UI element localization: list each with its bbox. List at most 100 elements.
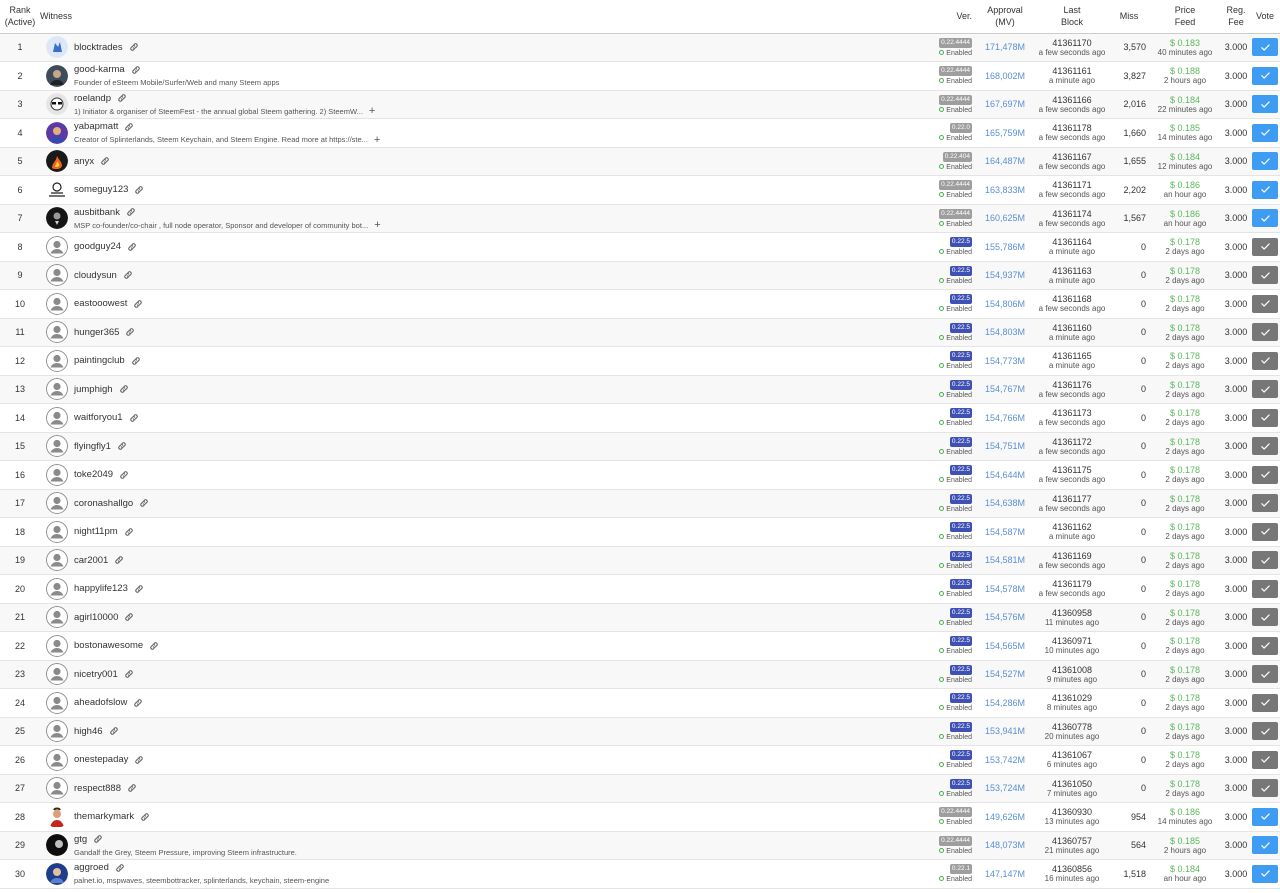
header-miss[interactable]: Miss (1110, 0, 1148, 34)
vote-button[interactable] (1252, 608, 1278, 627)
avatar[interactable] (46, 178, 68, 201)
approval-link[interactable]: 154,766M (976, 413, 1034, 423)
header-rank[interactable]: Rank (Active) (0, 0, 40, 34)
witness-name-link[interactable]: waitforyou1 (74, 412, 123, 423)
avatar[interactable] (46, 435, 68, 458)
link-icon[interactable] (100, 156, 110, 166)
witness-name-link[interactable]: aheadofslow (74, 697, 127, 708)
approval-link[interactable]: 154,773M (976, 356, 1034, 366)
link-icon[interactable] (117, 441, 127, 451)
header-witness[interactable]: Witness (40, 0, 932, 34)
link-icon[interactable] (127, 783, 137, 793)
approval-link[interactable]: 154,937M (976, 270, 1034, 280)
avatar[interactable] (46, 549, 68, 572)
link-icon[interactable] (127, 242, 137, 252)
witness-name-link[interactable]: themarkymark (74, 811, 134, 822)
link-icon[interactable] (126, 207, 136, 217)
approval-link[interactable]: 154,767M (976, 384, 1034, 394)
witness-name-link[interactable]: someguy123 (74, 184, 128, 195)
approval-link[interactable]: 154,644M (976, 470, 1034, 480)
link-icon[interactable] (149, 641, 159, 651)
approval-link[interactable]: 154,806M (976, 299, 1034, 309)
vote-button[interactable] (1252, 437, 1278, 456)
approval-link[interactable]: 168,002M (976, 71, 1034, 81)
avatar[interactable] (46, 36, 68, 59)
witness-name-link[interactable]: roelandp (74, 93, 111, 104)
witness-name-link[interactable]: agirl10000 (74, 612, 118, 623)
link-icon[interactable] (93, 834, 103, 844)
avatar[interactable] (46, 93, 68, 116)
witness-name-link[interactable]: gtg (74, 834, 87, 845)
avatar[interactable] (46, 777, 68, 800)
vote-button[interactable] (1252, 494, 1278, 513)
vote-button[interactable] (1252, 266, 1278, 285)
avatar[interactable] (46, 634, 68, 657)
vote-button[interactable] (1252, 465, 1278, 484)
avatar[interactable] (46, 349, 68, 372)
link-icon[interactable] (129, 42, 139, 52)
vote-button[interactable] (1252, 665, 1278, 684)
vote-button[interactable] (1252, 779, 1278, 798)
link-icon[interactable] (129, 413, 139, 423)
link-icon[interactable] (117, 93, 127, 103)
avatar[interactable] (46, 492, 68, 515)
vote-button[interactable] (1252, 38, 1278, 57)
avatar[interactable] (46, 748, 68, 771)
link-icon[interactable] (140, 812, 150, 822)
link-icon[interactable] (134, 185, 144, 195)
avatar[interactable] (46, 606, 68, 629)
vote-button[interactable] (1252, 66, 1278, 85)
witness-name-link[interactable]: jumphigh (74, 384, 113, 395)
vote-button[interactable] (1252, 836, 1278, 855)
witness-name-link[interactable]: car2001 (74, 555, 108, 566)
vote-button[interactable] (1252, 693, 1278, 712)
header-ver[interactable]: Ver. (932, 0, 976, 34)
approval-link[interactable]: 147,147M (976, 869, 1034, 879)
approval-link[interactable]: 154,751M (976, 441, 1034, 451)
avatar[interactable] (46, 207, 68, 230)
vote-button[interactable] (1252, 579, 1278, 598)
expand-plus-icon[interactable]: + (374, 134, 380, 145)
link-icon[interactable] (134, 755, 144, 765)
link-icon[interactable] (133, 698, 143, 708)
avatar[interactable] (46, 691, 68, 714)
approval-link[interactable]: 167,697M (976, 99, 1034, 109)
witness-name-link[interactable]: coronashallgo (74, 498, 133, 509)
witness-name-link[interactable]: eastooowest (74, 298, 127, 309)
witness-name-link[interactable]: yabapmatt (74, 121, 118, 132)
header-reg-fee[interactable]: Reg. Fee (1222, 0, 1250, 34)
link-icon[interactable] (131, 65, 141, 75)
approval-link[interactable]: 155,786M (976, 242, 1034, 252)
avatar[interactable] (46, 264, 68, 287)
avatar[interactable] (46, 520, 68, 543)
link-icon[interactable] (114, 555, 124, 565)
header-last-block[interactable]: Last Block (1034, 0, 1110, 34)
witness-name-link[interactable]: nicetry001 (74, 669, 118, 680)
link-icon[interactable] (124, 122, 134, 132)
vote-button[interactable] (1252, 323, 1278, 342)
witness-name-link[interactable]: good-karma (74, 64, 125, 75)
approval-link[interactable]: 160,625M (976, 213, 1034, 223)
vote-button[interactable] (1252, 722, 1278, 741)
witness-name-link[interactable]: ausbitbank (74, 207, 120, 218)
link-icon[interactable] (119, 384, 129, 394)
witness-name-link[interactable]: cloudysun (74, 270, 117, 281)
witness-name-link[interactable]: toke2049 (74, 469, 113, 480)
avatar[interactable] (46, 663, 68, 686)
approval-link[interactable]: 171,478M (976, 42, 1034, 52)
witness-name-link[interactable]: anyx (74, 156, 94, 167)
header-approval[interactable]: Approval (MV) (976, 0, 1034, 34)
witness-name-link[interactable]: respect888 (74, 783, 121, 794)
vote-button[interactable] (1252, 380, 1278, 399)
link-icon[interactable] (115, 863, 125, 873)
approval-link[interactable]: 154,638M (976, 498, 1034, 508)
approval-link[interactable]: 154,565M (976, 641, 1034, 651)
avatar[interactable] (46, 577, 68, 600)
approval-link[interactable]: 153,742M (976, 755, 1034, 765)
vote-button[interactable] (1252, 123, 1278, 142)
avatar[interactable] (46, 235, 68, 258)
approval-link[interactable]: 154,581M (976, 555, 1034, 565)
witness-name-link[interactable]: flyingfly1 (74, 441, 111, 452)
approval-link[interactable]: 154,578M (976, 584, 1034, 594)
avatar[interactable] (46, 720, 68, 743)
